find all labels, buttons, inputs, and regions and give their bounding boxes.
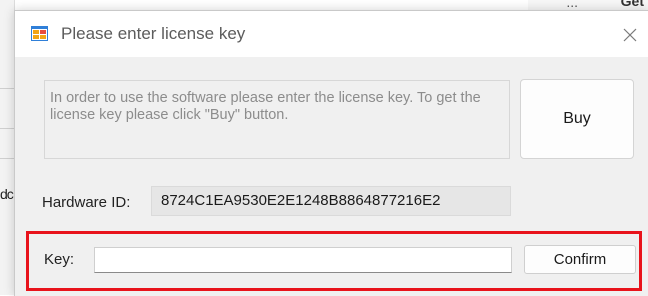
background-more-button: ... — [566, 0, 578, 10]
buy-button[interactable]: Buy — [520, 79, 634, 159]
background-partial-text: dc — [0, 186, 14, 202]
dialog-titlebar: Please enter license key — [15, 11, 648, 57]
background-partial-label: Get — [620, 0, 644, 9]
hardware-id-label: Hardware ID: — [42, 194, 131, 211]
dialog-title: Please enter license key — [61, 24, 246, 43]
background-divider — [0, 128, 14, 129]
confirm-button[interactable]: Confirm — [524, 245, 636, 274]
license-key-input[interactable] — [94, 247, 512, 273]
license-dialog: Please enter license key In order to use… — [14, 10, 648, 296]
close-button[interactable] — [617, 21, 643, 47]
info-message: In order to use the software please ente… — [50, 90, 481, 123]
background-divider — [0, 158, 14, 159]
info-panel: In order to use the software please ente… — [44, 80, 510, 159]
windows-form-icon — [31, 26, 48, 41]
background-left-panel — [0, 0, 15, 295]
background-divider — [0, 88, 14, 89]
key-label: Key: — [44, 251, 75, 268]
hardware-id-field[interactable]: 8724C1EA9530E2E1248B8864877216E2 — [151, 186, 511, 216]
close-icon — [623, 28, 637, 42]
